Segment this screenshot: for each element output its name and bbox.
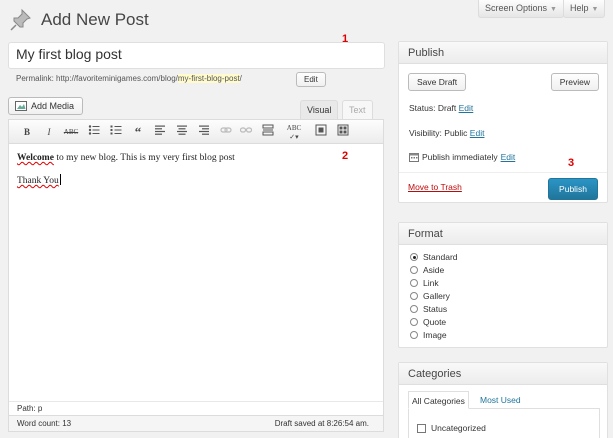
radio-icon[interactable] [410,266,418,274]
tab-all-categories[interactable]: All Categories [408,391,469,409]
preview-button[interactable]: Preview [550,73,599,91]
bold-icon[interactable]: B [19,124,35,140]
permalink-base: http://favoriteminigames.com/blog/ [56,74,178,83]
publish-heading: Publish [399,42,607,64]
tab-most-used[interactable]: Most Used [480,395,521,405]
annotation-3: 3 [568,157,575,169]
page-title: Add New Post [41,10,149,29]
format-option-label: Status [423,304,448,314]
status-label: Status: Draft [409,103,457,113]
help-button[interactable]: Help ▼ [563,0,606,18]
format-option-standard[interactable]: Standard [410,252,458,262]
schedule-row: Publish immediately Edit [409,152,515,162]
format-option-quote[interactable]: Quote [410,317,446,327]
category-item[interactable]: Uncategorized [417,423,486,433]
text-cursor [59,174,61,185]
format-option-label: Aside [423,265,445,275]
unlink-icon[interactable] [238,124,254,140]
insert-more-icon[interactable] [260,124,276,140]
calendar-icon [409,153,419,162]
categories-heading: Categories [399,363,607,385]
screen-options-button[interactable]: Screen Options ▼ [478,0,564,18]
format-option-label: Standard [423,252,458,262]
permalink-edit-button[interactable]: Edit [296,72,326,87]
publish-button[interactable]: Publish [548,178,598,200]
pushpin-icon [10,8,31,31]
format-option-link[interactable]: Link [410,278,439,288]
radio-checked-icon[interactable] [410,253,418,261]
format-option-label: Gallery [423,291,450,301]
content-paragraph-2: Thank You [17,174,235,186]
radio-icon[interactable] [410,305,418,313]
format-option-image[interactable]: Image [410,330,447,340]
fullscreen-icon[interactable] [313,124,329,140]
bullet-list-icon[interactable] [86,124,102,140]
categories-box: Categories All Categories Most Used Unca… [398,362,608,438]
publish-divider [399,172,607,173]
format-option-label: Quote [423,317,447,327]
tab-text[interactable]: Text [342,100,373,120]
post-editor[interactable]: B I ABC “ ABC ✓▾ Welcome to my new blog.… [8,119,384,432]
content-text: to my new blog. This is my very first bl… [53,153,235,163]
content-paragraph-1: Welcome to my new blog. This is my very … [17,153,235,163]
caret-down-icon: ▼ [550,6,557,13]
align-center-icon[interactable] [174,124,190,140]
annotation-1: 1 [342,33,349,45]
media-icon [15,101,27,111]
format-box: Format Standard Aside Link Gallery Statu… [398,222,608,348]
editor-status-bar: Word count: 13 Draft saved at 8:26:54 am… [9,415,383,431]
align-right-icon[interactable] [196,124,212,140]
visibility-row: Visibility: Public Edit [409,128,484,138]
radio-icon[interactable] [410,292,418,300]
help-label: Help [570,3,589,13]
format-option-label: Link [423,278,439,288]
category-label: Uncategorized [431,423,486,433]
checkbox-icon[interactable] [417,423,426,433]
status-row: Status: Draft Edit [409,103,473,113]
content-line-2: Thank You [17,176,59,186]
schedule-label: Publish immediately [422,152,498,162]
editor-content[interactable]: Welcome to my new blog. This is my very … [17,153,235,197]
add-media-button[interactable]: Add Media [8,97,84,115]
draft-saved-status: Draft saved at 8:26:54 am. [274,419,369,428]
permalink: Permalink: http://favoriteminigames.com/… [16,74,242,83]
radio-icon[interactable] [410,331,418,339]
radio-icon[interactable] [410,318,418,326]
tab-visual[interactable]: Visual [300,100,339,120]
add-media-label: Add Media [31,101,75,111]
annotation-2: 2 [342,150,349,162]
blockquote-icon[interactable]: “ [130,124,146,140]
move-to-trash-link[interactable]: Move to Trash [408,182,462,192]
word-count: Word count: 13 [17,419,72,428]
save-draft-button[interactable]: Save Draft [408,73,467,91]
editor-toolbar: B I ABC “ ABC ✓▾ [9,120,383,144]
align-left-icon[interactable] [152,124,168,140]
visibility-label: Visibility: Public [409,128,468,138]
kitchen-sink-icon[interactable] [335,124,351,140]
screen-options-label: Screen Options [485,3,548,13]
schedule-edit-link[interactable]: Edit [501,152,516,162]
insert-link-icon[interactable] [218,124,234,140]
caret-down-icon: ▼ [591,6,599,13]
numbered-list-icon[interactable] [108,124,124,140]
permalink-trail: / [239,74,242,83]
permalink-slug[interactable]: my-first-blog-post [177,74,240,83]
editor-path: Path: p [9,401,383,415]
post-title-input[interactable]: My first blog post [8,42,385,69]
format-option-aside[interactable]: Aside [410,265,444,275]
radio-icon[interactable] [410,279,418,287]
format-option-gallery[interactable]: Gallery [410,291,450,301]
visibility-edit-link[interactable]: Edit [470,128,485,138]
permalink-label: Permalink: [16,74,54,83]
spellcheck-icon[interactable]: ABC ✓▾ [283,124,305,141]
strikethrough-icon[interactable]: ABC [63,124,79,140]
status-edit-link[interactable]: Edit [459,103,474,113]
italic-icon[interactable]: I [41,124,57,140]
content-bold-word: Welcome [17,153,54,163]
format-option-status[interactable]: Status [410,304,447,314]
format-option-label: Image [423,330,447,340]
publish-box: Publish Save Draft Preview Status: Draft… [398,41,608,203]
format-heading: Format [399,223,607,245]
